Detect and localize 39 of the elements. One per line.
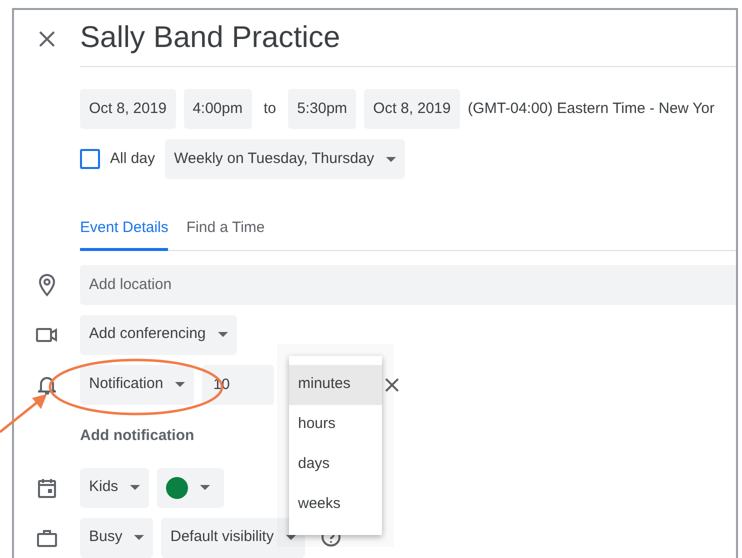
date-button[interactable]: Oct 8, 2019 — [80, 89, 176, 129]
date-button[interactable]: Oct 8, 2019 — [364, 89, 460, 129]
caret-icon — [218, 332, 228, 337]
calendar-dropdown[interactable]: Kids — [80, 468, 150, 508]
tab[interactable]: Find a Time — [186, 217, 265, 250]
annotation-arrow — [0, 394, 47, 433]
menu-item[interactable]: days — [289, 444, 382, 484]
bell-icon — [38, 374, 56, 394]
time-button[interactable]: 4:00pm — [184, 89, 252, 129]
caret-icon — [286, 535, 296, 540]
tab[interactable]: Event Details — [80, 217, 168, 250]
time-button[interactable]: 5:30pm — [288, 89, 356, 129]
calendar-icon — [38, 478, 56, 498]
video-camera-icon — [36, 326, 58, 342]
conferencing-dropdown[interactable]: Add conferencing — [80, 314, 237, 354]
location-field[interactable]: Add location — [80, 264, 736, 304]
close-icon[interactable] — [38, 30, 56, 48]
recurrence-dropdown[interactable]: Weekly on Tuesday, Thursday — [165, 139, 406, 179]
caret-icon — [134, 535, 144, 540]
menu-item[interactable]: weeks — [289, 484, 382, 524]
color-dropdown[interactable] — [157, 468, 224, 508]
availability-dropdown[interactable]: Busy — [80, 518, 154, 558]
event-title[interactable]: Sally Band Practice — [80, 23, 340, 53]
all-day-checkbox[interactable] — [80, 149, 100, 169]
menu-item[interactable]: minutes — [289, 364, 382, 404]
menu-item[interactable]: hours — [289, 404, 382, 444]
visibility-dropdown[interactable]: Default visibility — [161, 518, 305, 558]
caret-icon — [130, 485, 140, 490]
caret-icon — [200, 485, 210, 490]
add-notification-link[interactable]: Add notification — [80, 425, 194, 448]
briefcase-icon — [37, 528, 57, 546]
all-day-label: All day — [110, 148, 156, 169]
remove-notification-icon[interactable] — [385, 378, 400, 392]
notification-type-dropdown[interactable]: Notification — [80, 364, 194, 404]
date-separator: to — [264, 98, 276, 119]
caret-icon — [386, 156, 396, 162]
caret-icon — [175, 382, 186, 387]
location-pin-icon — [38, 272, 56, 296]
timezone-link[interactable]: (GMT-04:00) Eastern Time - New Yor — [468, 98, 714, 120]
